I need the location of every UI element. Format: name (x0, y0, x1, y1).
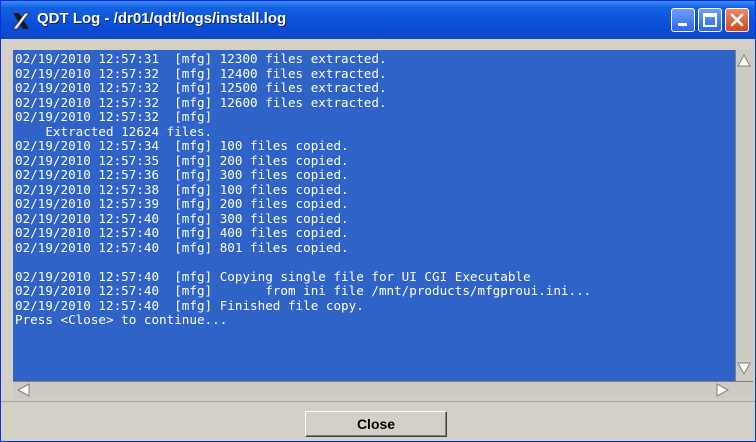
divider (1, 401, 755, 402)
log-line: 02/19/2010 12:57:40 [mfg] 801 files copi… (15, 239, 349, 255)
window-title: QDT Log - /dr01/qdt/logs/install.log (37, 10, 287, 27)
log-line: 02/19/2010 12:57:35 [mfg] 200 files copi… (15, 152, 349, 168)
log-output: 02/19/2010 12:57:31 [mfg] 12300 files ex… (13, 50, 735, 328)
log-line: 02/19/2010 12:57:40 [mfg] Finished file … (15, 297, 364, 313)
log-line: 02/19/2010 12:57:32 [mfg] (15, 109, 213, 124)
close-button[interactable]: Close (305, 411, 447, 437)
log-line: 02/19/2010 12:57:31 [mfg] 12300 files ex… (15, 51, 387, 66)
log-line: 02/19/2010 12:57:32 [mfg] 12500 files ex… (15, 80, 387, 95)
minimize-icon (678, 23, 687, 26)
title-bar[interactable]: QDT Log - /dr01/qdt/logs/install.log (1, 1, 755, 39)
log-line: Press <Close> to continue... (15, 312, 228, 327)
maximize-button[interactable] (698, 8, 722, 32)
log-text-area[interactable]: 02/19/2010 12:57:31 [mfg] 12300 files ex… (13, 50, 735, 381)
log-line: 02/19/2010 12:57:40 [mfg] Copying single… (15, 268, 531, 284)
log-line: 02/19/2010 12:57:38 [mfg] 100 files copi… (15, 181, 349, 197)
x-app-icon (11, 11, 31, 31)
horizontal-scrollbar[interactable] (13, 381, 753, 399)
log-line: 02/19/2010 12:57:40 [mfg] from ini file … (15, 283, 592, 298)
log-line: 02/19/2010 12:57:40 [mfg] 300 files copi… (15, 210, 349, 226)
log-line: 02/19/2010 12:57:40 [mfg] 400 files copi… (15, 225, 349, 240)
maximize-icon (703, 13, 717, 27)
log-line: 02/19/2010 12:57:34 [mfg] 100 files copi… (15, 138, 349, 153)
log-line: 02/19/2010 12:57:39 [mfg] 200 files copi… (15, 196, 349, 211)
log-line: 02/19/2010 12:57:32 [mfg] 12600 files ex… (15, 94, 387, 110)
log-window: QDT Log - /dr01/qdt/logs/install.log 02/… (0, 0, 756, 442)
close-icon (730, 13, 744, 27)
log-line: 02/19/2010 12:57:36 [mfg] 300 files copi… (15, 167, 349, 182)
vertical-scrollbar[interactable] (735, 50, 753, 381)
log-line: Extracted 12624 files. (15, 123, 213, 139)
log-line: 02/19/2010 12:57:32 [mfg] 12400 files ex… (15, 65, 387, 81)
minimize-button[interactable] (671, 8, 695, 32)
close-window-button[interactable] (725, 8, 749, 32)
